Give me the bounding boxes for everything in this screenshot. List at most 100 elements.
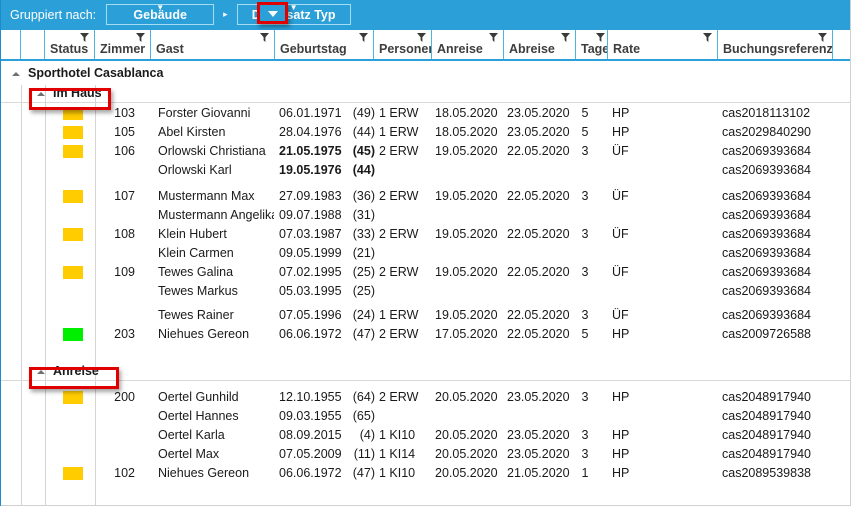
column-header-tage[interactable]: Tage: [576, 30, 608, 59]
cell-personen: 2 ERW: [379, 189, 419, 203]
cell-gast: Orlowski Christiana: [158, 144, 266, 158]
group-header-row[interactable]: Anreise: [1, 361, 850, 381]
cell-alter: (33): [352, 227, 375, 241]
cell-rate: HP: [612, 327, 630, 341]
status-badge: [63, 126, 83, 139]
column-header-zimmer[interactable]: Zimmer: [95, 30, 151, 59]
cell-abreise: 23.05.2020: [507, 125, 570, 139]
cell-buchungsreferenz: cas2069393684: [722, 163, 811, 177]
group-header-label: Anreise: [53, 364, 99, 378]
group-header-anreise[interactable]: Anreise: [37, 361, 99, 381]
table-row[interactable]: Klein Carmen 09.05.1999 (21) cas2069393684: [1, 244, 850, 263]
cell-geburtstag: 09.07.1988: [279, 208, 342, 222]
group-chip-gebaeude[interactable]: ▼ Gebäude: [106, 4, 215, 25]
expander-collapse-icon[interactable]: [37, 369, 45, 374]
column-header-indent[interactable]: [21, 30, 45, 59]
table-row[interactable]: Oertel Karla 08.09.2015 (4) 1 KI10 20.05.202…: [1, 426, 850, 445]
cell-personen: 2 ERW: [379, 144, 419, 158]
group-header-row[interactable]: Im Haus: [1, 83, 850, 103]
cell-anreise: 19.05.2020: [435, 265, 498, 279]
filter-icon[interactable]: [561, 33, 570, 42]
cell-buchungsreferenz: cas2069393684: [722, 308, 811, 322]
cell-abreise: 22.05.2020: [507, 327, 570, 341]
cell-gast: Oertel Hannes: [158, 409, 239, 423]
cell-geburtstag: 19.05.1976: [279, 163, 342, 177]
column-header-row: Status Zimmer Gast Geburtstag Personen A…: [1, 29, 850, 61]
cell-gast: Oertel Gunhild: [158, 390, 239, 404]
filter-icon[interactable]: [80, 33, 89, 42]
cell-geburtstag: 06.06.1972: [279, 327, 342, 341]
expander-collapse-icon[interactable]: [37, 91, 45, 96]
tree-root-header[interactable]: Sporthotel Casablanca: [12, 63, 163, 83]
column-header-anreise[interactable]: Anreise: [432, 30, 504, 59]
filter-icon[interactable]: [596, 33, 605, 42]
tree-root-row[interactable]: Sporthotel Casablanca: [1, 63, 850, 83]
datensatz-typ-dropdown-button[interactable]: [260, 6, 285, 21]
cell-abreise: 22.05.2020: [507, 308, 570, 322]
table-row[interactable]: 203 Niehues Gereon 06.06.1972 (47) 2 ERW 17.0…: [1, 325, 850, 344]
cell-alter: (45): [352, 144, 375, 158]
filter-icon[interactable]: [703, 33, 712, 42]
table-row[interactable]: 105 Abel Kirsten 28.04.1976 (44) 1 ERW 18.05.…: [1, 123, 850, 142]
cell-alter: (31): [352, 208, 375, 222]
table-row[interactable]: Tewes Rainer 07.05.1996 (24) 1 ERW 19.05.202…: [1, 306, 850, 325]
cell-personen: 1 KI14: [379, 447, 416, 461]
cell-rate: HP: [612, 428, 630, 442]
cell-geburtstag: 07.02.1995: [279, 265, 342, 279]
cell-rate: ÜF: [612, 227, 629, 241]
cell-rate: HP: [612, 447, 630, 461]
cell-alter: (44): [352, 125, 375, 139]
booking-grid-body[interactable]: Sporthotel Casablanca Im Haus 103 Forster G…: [1, 63, 850, 506]
cell-alter: (21): [352, 246, 375, 260]
filter-icon[interactable]: [359, 33, 368, 42]
column-header-personen[interactable]: Personen: [374, 30, 432, 59]
cell-gast: Mustermann Angelika: [158, 208, 274, 222]
table-row[interactable]: Oertel Hannes 09.03.1955 (65) cas2048917940: [1, 407, 850, 426]
cell-alter: (25): [352, 284, 375, 298]
column-header-abreise[interactable]: Abreise: [504, 30, 576, 59]
filter-icon[interactable]: [136, 33, 145, 42]
table-row[interactable]: 108 Klein Hubert 07.03.1987 (33) 2 ERW 19.05.…: [1, 225, 850, 244]
cell-abreise: 23.05.2020: [507, 447, 570, 461]
column-header-personen-label: Personen: [379, 42, 432, 56]
filter-icon[interactable]: [818, 33, 827, 42]
column-header-expander[interactable]: [1, 30, 21, 59]
cell-buchungsreferenz: cas2018113102: [722, 106, 811, 120]
filter-icon[interactable]: [417, 33, 426, 42]
status-badge: [63, 107, 83, 120]
table-row[interactable]: 200 Oertel Gunhild 12.10.1955 (64) 2 ERW 20.0…: [1, 388, 850, 407]
column-header-geburtstag[interactable]: Geburtstag: [275, 30, 374, 59]
table-row[interactable]: Tewes Markus 05.03.1995 (25) cas2069393684: [1, 282, 850, 301]
table-row[interactable]: 109 Tewes Galina 07.02.1995 (25) 2 ERW 19.05.…: [1, 263, 850, 282]
cell-personen: 2 ERW: [379, 390, 419, 404]
group-header-im-haus[interactable]: Im Haus: [37, 83, 102, 103]
expander-collapse-icon[interactable]: [12, 71, 20, 76]
column-header-gast[interactable]: Gast: [151, 30, 275, 59]
column-header-rate[interactable]: Rate: [608, 30, 718, 59]
group-by-toolbar: Gruppiert nach: ▼ Gebäude ▸ ▼ Datensatz …: [1, 0, 850, 29]
table-row[interactable]: Oertel Max 07.05.2009 (11) 1 KI14 20.05.2020…: [1, 445, 850, 464]
cell-abreise: 23.05.2020: [507, 428, 570, 442]
group-chip-datensatz-typ[interactable]: ▼ Datensatz Typ: [236, 4, 351, 25]
table-row[interactable]: 107 Mustermann Max 27.09.1983 (36) 2 ERW 19.0…: [1, 187, 850, 206]
table-row[interactable]: Mustermann Angelika 09.07.1988 (31) cas2069…: [1, 206, 850, 225]
cell-abreise: 22.05.2020: [507, 265, 570, 279]
tree-root-label: Sporthotel Casablanca: [28, 66, 164, 80]
cell-buchungsreferenz: cas2069393684: [722, 144, 811, 158]
filter-icon[interactable]: [489, 33, 498, 42]
table-row[interactable]: 102 Niehues Gereon 06.06.1972 (47) 1 KI10 20.…: [1, 464, 850, 483]
cell-anreise: 20.05.2020: [435, 466, 498, 480]
table-row[interactable]: Orlowski Karl 19.05.1976 (44) cas2069393684: [1, 161, 850, 180]
table-row[interactable]: 106 Orlowski Christiana 21.05.1975 (45) 2 ER…: [1, 142, 850, 161]
cell-gast: Tewes Galina: [158, 265, 234, 279]
filter-icon[interactable]: [260, 33, 269, 42]
column-header-buchungsreferenz[interactable]: Buchungsreferenz: [718, 30, 833, 59]
cell-geburtstag: 28.04.1976: [279, 125, 342, 139]
column-header-status[interactable]: Status: [45, 30, 95, 59]
cell-alter: (4): [359, 428, 375, 442]
cell-anreise: 20.05.2020: [435, 447, 498, 461]
table-row[interactable]: 103 Forster Giovanni 06.01.1971 (49) 1 ERW 18…: [1, 104, 850, 123]
cell-gast: Orlowski Karl: [158, 163, 232, 177]
status-badge: [63, 228, 83, 241]
cell-personen: 2 ERW: [379, 265, 419, 279]
